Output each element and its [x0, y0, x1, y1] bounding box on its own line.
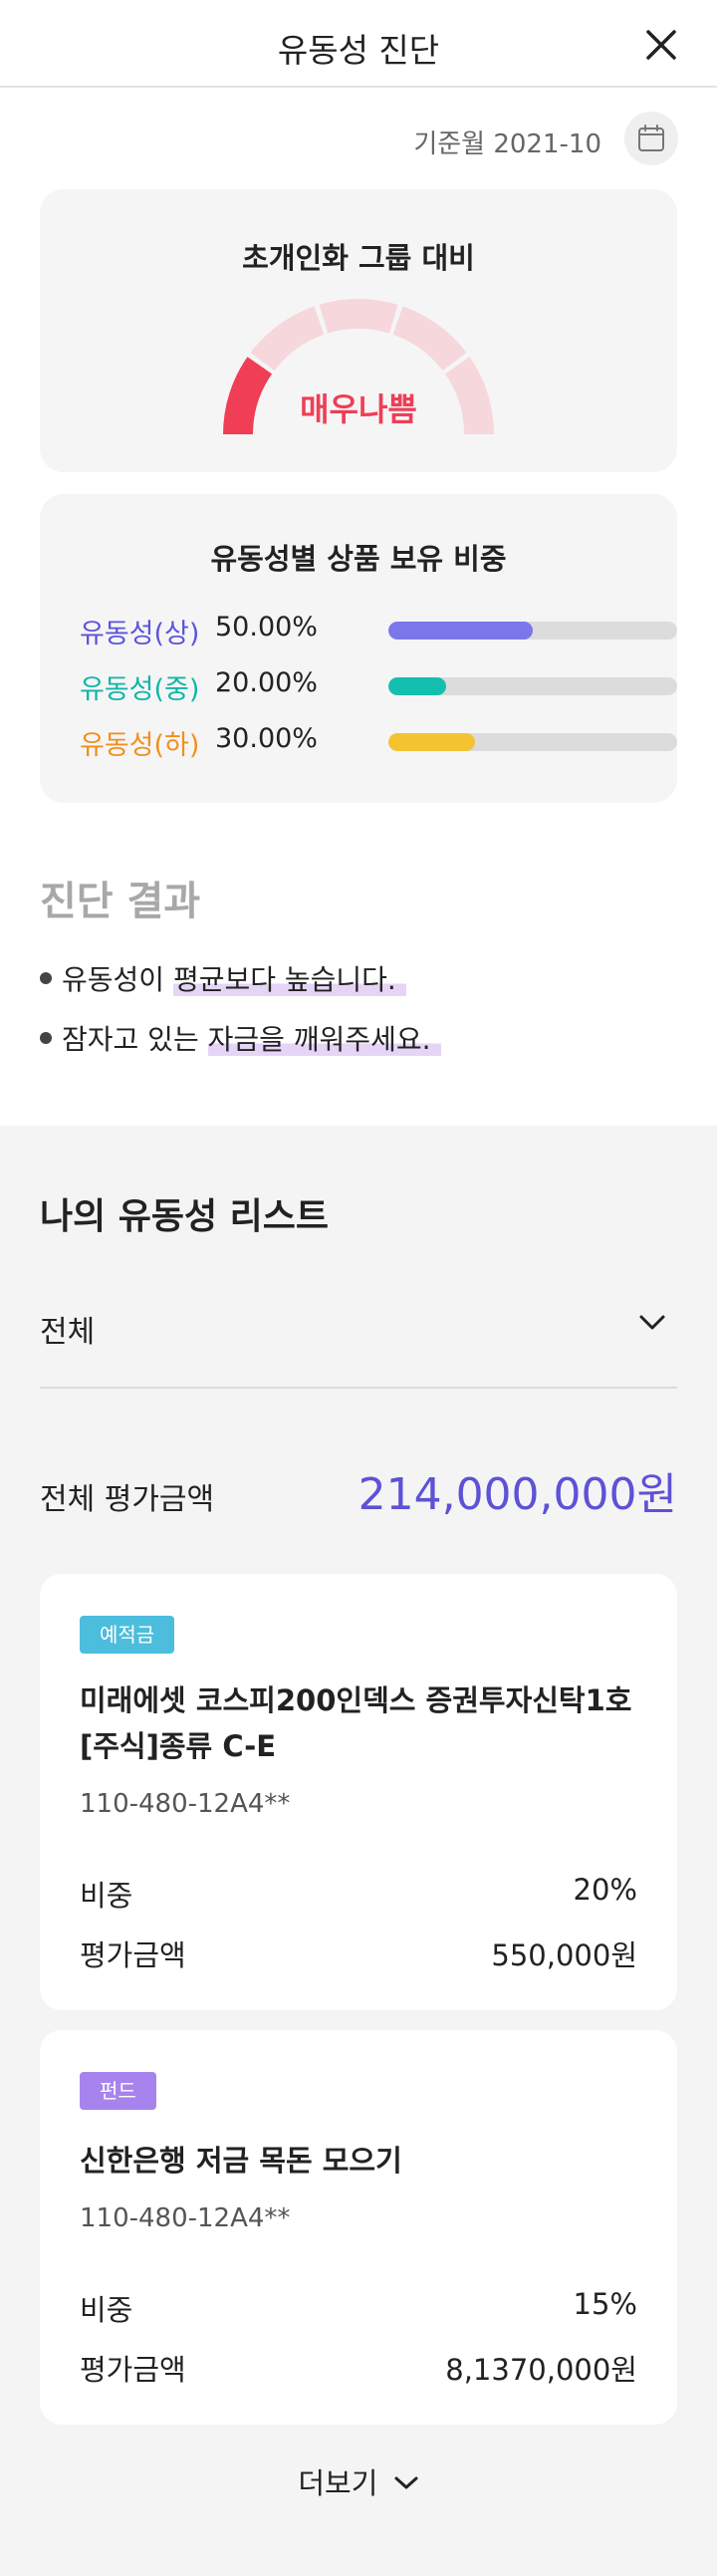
diagnosis-highlight: 자금을 깨워주세요. — [207, 1023, 441, 1056]
product-name-line: 미래에셋 코스피200인덱스 증권투자신탁1호 — [80, 1683, 632, 1717]
total-amount: 214,000,000원 — [358, 1469, 677, 1520]
app-header: 유동성 진단 — [0, 0, 717, 88]
calendar-button[interactable] — [624, 112, 678, 165]
weight-label: 비중 — [80, 2293, 133, 2327]
bullet-icon — [40, 1032, 52, 1044]
ratio-percent: 50.00% — [215, 612, 318, 643]
amount-label: 평가금액 — [80, 1938, 186, 1972]
diagnosis-text: 잠자고 있는 — [62, 1023, 208, 1056]
account-number: 110-480-12A4** — [80, 1789, 291, 1819]
product-name-line: [주식]종류 C-E — [80, 1729, 277, 1763]
gauge-status: 매우나쁨 — [300, 390, 417, 428]
ratio-row-mid: 유동성(중) 20.00% — [80, 663, 677, 705]
amount-value: 8,1370,000원 — [445, 2353, 637, 2387]
ratio-bar-fill — [388, 733, 475, 751]
weight-label: 비중 — [80, 1879, 133, 1913]
ratio-name: 유동성(중) — [80, 674, 200, 705]
gauge-segment — [250, 306, 325, 372]
product-name-line: 신한은행 저금 목돈 모으기 — [80, 2144, 402, 2178]
category-badge: 예적금 — [80, 1616, 175, 1654]
calendar-icon — [638, 125, 664, 151]
diagnosis-text: 유동성이 — [62, 963, 173, 996]
product-name: 신한은행 저금 목돈 모으기 — [80, 2138, 637, 2184]
diagnosis-title: 진단 결과 — [40, 879, 201, 924]
product-name: 미래에셋 코스피200인덱스 증권투자신탁1호 [주식]종류 C-E — [80, 1677, 637, 1769]
close-icon[interactable] — [642, 26, 680, 64]
page-title: 유동성 진단 — [277, 31, 440, 70]
diagnosis-highlight: 평균보다 높습니다. — [172, 963, 406, 996]
gauge-segment — [392, 306, 467, 372]
chevron-down-icon — [639, 1315, 665, 1330]
more-button[interactable]: 더보기 — [0, 2460, 717, 2502]
ratio-bar-fill — [388, 677, 446, 695]
ratio-percent: 30.00% — [215, 723, 318, 754]
category-badge: 펀드 — [80, 2072, 156, 2110]
ratio-bar-fill — [388, 622, 533, 640]
amount-value: 550,000원 — [491, 1938, 637, 1972]
asset-card[interactable]: 예적금 미래에셋 코스피200인덱스 증권투자신탁1호 [주식]종류 C-E 1… — [40, 1574, 677, 2010]
asset-card[interactable]: 펀드 신한은행 저금 목돈 모으기 110-480-12A4** 비중 15% … — [40, 2030, 677, 2425]
gauge-segment — [319, 299, 398, 334]
filter-select[interactable]: 전체 — [40, 1285, 677, 1389]
ratio-row-low: 유동성(하) 30.00% — [80, 719, 677, 761]
diagnosis-item: 유동성이 평균보다 높습니다. — [40, 958, 406, 998]
more-label: 더보기 — [298, 2466, 378, 2500]
ratio-title: 유동성별 상품 보유 비중 — [210, 542, 507, 576]
account-number: 110-480-12A4** — [80, 2203, 291, 2233]
ratio-bar-track — [388, 677, 677, 695]
filter-value: 전체 — [40, 1315, 96, 1350]
ratio-card: 유동성별 상품 보유 비중 유동성(상) 50.00% 유동성(중) 20.00… — [40, 494, 677, 803]
diagnosis-item: 잠자고 있는 자금을 깨워주세요. — [40, 1018, 441, 1058]
ratio-bar-track — [388, 622, 677, 640]
amount-label: 평가금액 — [80, 2353, 186, 2387]
total-label: 전체 평가금액 — [40, 1482, 215, 1517]
chevron-down-icon — [394, 2476, 418, 2489]
weight-value: 15% — [573, 2287, 637, 2321]
ratio-name: 유동성(상) — [80, 619, 200, 649]
ratio-row-high: 유동성(상) 50.00% — [80, 608, 677, 649]
bullet-icon — [40, 972, 52, 984]
ratio-percent: 20.00% — [215, 667, 318, 698]
ratio-bar-track — [388, 733, 677, 751]
ratio-name: 유동성(하) — [80, 730, 200, 761]
weight-value: 20% — [573, 1873, 637, 1907]
gauge-card: 초개인화 그룹 대비 매우나쁨 — [40, 189, 677, 472]
list-title: 나의 유동성 리스트 — [40, 1196, 330, 1237]
base-month-label: 기준월 2021-10 — [413, 129, 601, 159]
gauge-title: 초개인화 그룹 대비 — [242, 241, 475, 275]
